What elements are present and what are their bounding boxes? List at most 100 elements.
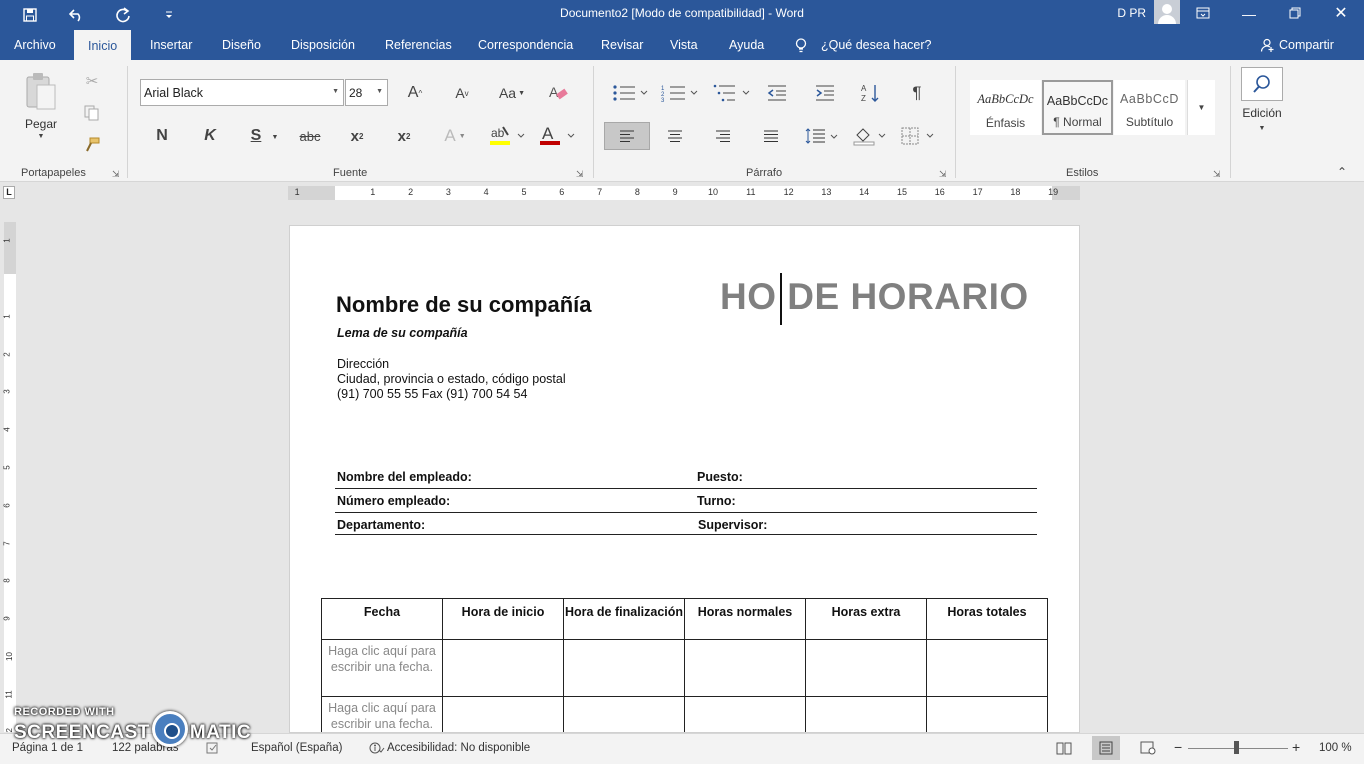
close-icon[interactable]: ✕ bbox=[1326, 4, 1356, 24]
table-cell[interactable] bbox=[442, 696, 564, 732]
show-formatting-marks-icon[interactable]: ¶ bbox=[904, 80, 930, 106]
text-effects-icon[interactable]: A ▼ bbox=[440, 124, 470, 148]
table-cell[interactable] bbox=[563, 639, 685, 697]
address-line[interactable]: Dirección bbox=[337, 357, 389, 371]
document-title-heading[interactable]: HO DE HORARIO bbox=[720, 276, 1029, 318]
date-placeholder[interactable]: Haga clic aquí para escribir una fecha. bbox=[321, 639, 443, 697]
restore-icon[interactable] bbox=[1280, 4, 1310, 24]
shading-icon[interactable] bbox=[852, 122, 888, 150]
position-label[interactable]: Puesto: bbox=[697, 470, 743, 484]
tab-ayuda[interactable]: Ayuda bbox=[729, 38, 764, 52]
format-painter-icon[interactable] bbox=[80, 134, 104, 156]
decrease-indent-icon[interactable] bbox=[764, 80, 790, 106]
paste-icon[interactable] bbox=[22, 68, 60, 114]
column-header[interactable]: Horas normales bbox=[684, 598, 806, 640]
word-count[interactable]: 122 palabras bbox=[112, 742, 179, 754]
table-cell[interactable] bbox=[684, 696, 806, 732]
tab-vista[interactable]: Vista bbox=[670, 38, 698, 52]
line-spacing-icon[interactable] bbox=[804, 122, 840, 150]
document-page[interactable]: Nombre de su compañía Lema de su compañí… bbox=[289, 225, 1080, 733]
table-cell[interactable] bbox=[563, 696, 685, 732]
column-header[interactable]: Horas totales bbox=[926, 598, 1048, 640]
column-header[interactable]: Fecha bbox=[321, 598, 443, 640]
paste-dropdown-icon[interactable]: ▼ bbox=[36, 131, 46, 141]
editing-dropdown-icon[interactable]: ▼ bbox=[1256, 122, 1268, 134]
table-cell[interactable] bbox=[684, 639, 806, 697]
align-right-icon[interactable] bbox=[710, 122, 736, 150]
tab-diseno[interactable]: Diseño bbox=[222, 38, 261, 52]
search-icon[interactable] bbox=[1241, 67, 1283, 101]
editing-button[interactable]: Edición bbox=[1236, 105, 1288, 121]
align-center-icon[interactable] bbox=[662, 122, 688, 150]
justify-icon[interactable] bbox=[758, 122, 784, 150]
web-layout-icon[interactable] bbox=[1140, 741, 1156, 758]
tab-disposicion[interactable]: Disposición bbox=[291, 38, 355, 52]
share-button[interactable]: Compartir bbox=[1279, 38, 1334, 52]
paste-button[interactable]: Pegar bbox=[22, 116, 60, 132]
shrink-font-icon[interactable]: Av bbox=[449, 80, 475, 106]
share-icon[interactable] bbox=[1260, 38, 1274, 55]
sort-icon[interactable]: AZ bbox=[858, 80, 884, 106]
accessibility-status[interactable]: Accesibilidad: No disponible bbox=[387, 742, 530, 754]
font-name-box[interactable]: Arial Black ▼ bbox=[140, 79, 344, 106]
tab-correspondencia[interactable]: Correspondencia bbox=[478, 38, 573, 52]
table-cell[interactable] bbox=[442, 639, 564, 697]
avatar[interactable] bbox=[1154, 0, 1180, 24]
italic-button[interactable]: K bbox=[198, 124, 222, 148]
highlight-color-icon[interactable]: ab bbox=[487, 122, 527, 150]
department-label[interactable]: Departamento: bbox=[337, 518, 425, 532]
tell-me-search[interactable]: ¿Qué desea hacer? bbox=[821, 38, 932, 52]
copy-icon[interactable] bbox=[80, 102, 104, 124]
table-cell[interactable] bbox=[926, 639, 1048, 697]
read-mode-icon[interactable] bbox=[1056, 741, 1072, 758]
cut-icon[interactable]: ✂ bbox=[80, 70, 104, 92]
style-subtitulo[interactable]: AaBbCcD Subtítulo bbox=[1114, 80, 1185, 135]
bold-button[interactable]: N bbox=[150, 124, 174, 148]
company-motto[interactable]: Lema de su compañía bbox=[337, 326, 468, 340]
language[interactable]: Español (España) bbox=[251, 742, 342, 754]
subscript-icon[interactable]: x2 bbox=[345, 124, 369, 148]
chevron-down-icon[interactable]: ▼ bbox=[376, 88, 383, 95]
strikethrough-button[interactable]: abc bbox=[295, 124, 325, 148]
table-cell[interactable] bbox=[805, 639, 927, 697]
chevron-down-icon[interactable]: ▼ bbox=[332, 88, 339, 95]
style-enfasis[interactable]: AaBbCcDc Énfasis bbox=[970, 80, 1041, 135]
superscript-icon[interactable]: x2 bbox=[392, 124, 416, 148]
increase-indent-icon[interactable] bbox=[812, 80, 838, 106]
zoom-level[interactable]: 100 % bbox=[1319, 742, 1352, 754]
bullets-icon[interactable] bbox=[610, 80, 650, 106]
supervisor-label[interactable]: Supervisor: bbox=[698, 518, 767, 532]
proofing-icon[interactable] bbox=[206, 742, 220, 758]
employee-name-label[interactable]: Nombre del empleado: bbox=[337, 470, 472, 484]
minimize-icon[interactable]: — bbox=[1234, 4, 1264, 24]
font-size-box[interactable]: 28 ▼ bbox=[345, 79, 388, 106]
styles-more-icon[interactable]: ▼ bbox=[1187, 80, 1215, 135]
address-line[interactable]: Ciudad, provincia o estado, código posta… bbox=[337, 372, 566, 386]
employee-number-label[interactable]: Número empleado: bbox=[337, 494, 450, 508]
tab-archivo[interactable]: Archivo bbox=[14, 38, 56, 52]
tab-inicio[interactable]: Inicio bbox=[74, 30, 132, 61]
change-case-icon[interactable]: Aa ▼ bbox=[494, 80, 530, 106]
grow-font-icon[interactable]: A ^ bbox=[402, 80, 428, 106]
table-cell[interactable] bbox=[926, 696, 1048, 732]
collapse-ribbon-icon[interactable]: ⌃ bbox=[1332, 164, 1352, 180]
address-line[interactable]: (91) 700 55 55 Fax (91) 700 54 54 bbox=[337, 387, 527, 401]
multilevel-list-icon[interactable] bbox=[712, 80, 752, 106]
column-header[interactable]: Hora de finalización bbox=[563, 598, 685, 640]
user-name[interactable]: D PR bbox=[1117, 6, 1146, 20]
date-placeholder[interactable]: Haga clic aquí para escribir una fecha. bbox=[321, 696, 443, 732]
zoom-slider-thumb[interactable] bbox=[1234, 741, 1239, 754]
paragraph-launcher-icon[interactable]: ⇲ bbox=[939, 169, 947, 180]
style-normal[interactable]: AaBbCcDc ¶ Normal bbox=[1042, 80, 1113, 135]
ribbon-display-options-icon[interactable] bbox=[1188, 4, 1218, 24]
horizontal-ruler[interactable]: 1 1 2 3 4 5 6 7 8 9 10 11 12 13 14 15 16 17 18 19 bbox=[288, 186, 1080, 200]
styles-launcher-icon[interactable]: ⇲ bbox=[1213, 169, 1221, 180]
borders-icon[interactable] bbox=[900, 122, 936, 150]
timesheet-table[interactable]: Fecha Hora de inicio Hora de finalizació… bbox=[321, 598, 1048, 732]
clear-formatting-icon[interactable]: A bbox=[545, 80, 571, 106]
align-left-icon[interactable] bbox=[604, 122, 650, 150]
zoom-in-icon[interactable]: + bbox=[1292, 739, 1300, 755]
zoom-out-icon[interactable]: − bbox=[1174, 739, 1182, 755]
company-name[interactable]: Nombre de su compañía bbox=[336, 292, 592, 318]
print-layout-icon[interactable] bbox=[1092, 736, 1120, 760]
